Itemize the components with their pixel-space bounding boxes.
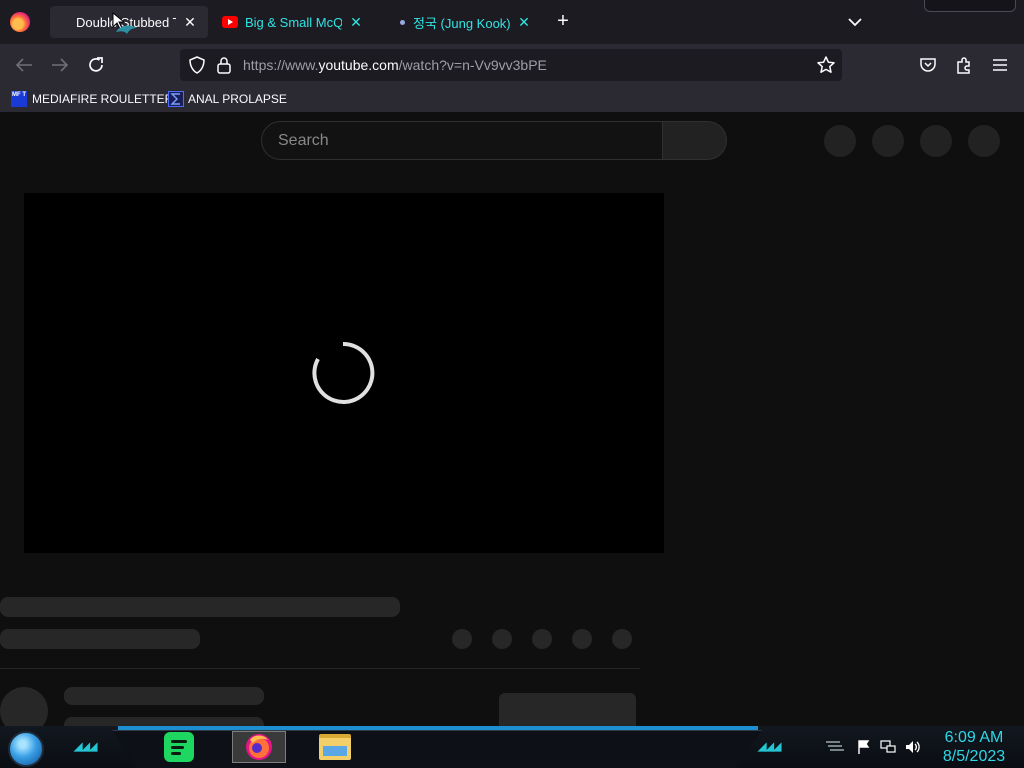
tab-title: Big & Small McQueen xyxy=(245,14,342,30)
youtube-watch-page: Search xyxy=(0,112,1024,726)
spotify-icon xyxy=(164,732,194,762)
pocket-button[interactable] xyxy=(915,52,941,78)
taskbar-app-spotify[interactable] xyxy=(162,731,196,763)
search-button[interactable] xyxy=(663,121,727,160)
header-icon-placeholder[interactable] xyxy=(920,125,952,157)
url-prefix: https://www. xyxy=(243,57,319,73)
taskbar-accent-bar xyxy=(118,726,758,730)
chevrons-decoration-icon: ◢◢◢ xyxy=(758,741,781,753)
taskbar-app-firefox[interactable] xyxy=(232,731,286,763)
action-placeholder xyxy=(452,629,472,649)
bookmarks-toolbar: MF T MEDIAFIRE ROULETTER ANAL PROLAPSE xyxy=(0,85,1024,112)
chevrons-decoration-icon: ◢◢◢ xyxy=(74,741,97,753)
navigation-toolbar: https://www.youtube.com/watch?v=n-Vv9vv3… xyxy=(0,44,1024,85)
tab-big-small-mcqueen[interactable]: Big & Small McQueen ✕ xyxy=(212,6,374,38)
flag-icon xyxy=(858,740,870,754)
tab-title: 정국 (Jung Kook) 'Se xyxy=(413,15,510,31)
search-input[interactable]: Search xyxy=(261,121,663,160)
tab-strip: Double Stubbed Trap ✕ Big & Small McQuee… xyxy=(0,0,1024,44)
hamburger-menu-icon xyxy=(993,59,1007,71)
start-button[interactable] xyxy=(8,731,44,767)
stacked-lines-icon xyxy=(826,741,844,751)
firefox-icon xyxy=(246,734,272,760)
channel-name-placeholder xyxy=(64,687,264,705)
action-center-flag-icon[interactable] xyxy=(856,739,872,755)
volume-icon[interactable] xyxy=(904,739,920,755)
chevron-down-icon xyxy=(848,18,862,27)
monitor-network-icon xyxy=(880,740,896,753)
dolphin-cursor-icon xyxy=(112,11,137,34)
lock-icon[interactable] xyxy=(216,56,232,74)
clock-date: 8/5/2023 xyxy=(942,748,1006,765)
action-placeholder xyxy=(612,629,632,649)
firefox-view-icon[interactable] xyxy=(10,12,30,32)
shield-icon[interactable] xyxy=(188,56,206,74)
close-tab-icon[interactable]: ✕ xyxy=(348,14,364,30)
taskbar: ◢◢◢ ◢◢◢ 6:09 AM 8/5/2023 xyxy=(0,726,1024,768)
close-tab-icon[interactable]: ✕ xyxy=(182,14,198,30)
action-placeholder xyxy=(532,629,552,649)
loading-spinner-icon xyxy=(312,341,375,404)
search-placeholder: Search xyxy=(278,132,329,149)
arrow-right-icon xyxy=(52,58,69,72)
bookmark-mediafire-rouletter[interactable]: MF T MEDIAFIRE ROULETTER xyxy=(11,89,173,109)
bookmark-label: MEDIAFIRE ROULETTER xyxy=(32,92,174,106)
forward-button[interactable] xyxy=(47,52,73,78)
header-icon-placeholder[interactable] xyxy=(872,125,904,157)
channel-info-placeholder xyxy=(64,717,264,726)
tab-jung-kook[interactable]: 정국 (Jung Kook) 'Se ✕ xyxy=(386,6,542,38)
close-tab-icon[interactable]: ✕ xyxy=(516,14,532,30)
url-host: youtube.com xyxy=(318,57,399,73)
clock-time: 6:09 AM xyxy=(944,729,1004,746)
mediafire-icon: MF T xyxy=(11,91,27,107)
header-icon-placeholder[interactable] xyxy=(824,125,856,157)
back-button[interactable] xyxy=(11,52,37,78)
new-tab-button[interactable]: + xyxy=(552,11,574,33)
youtube-icon xyxy=(222,16,238,28)
avatar[interactable] xyxy=(968,125,1000,157)
title-placeholder xyxy=(0,597,400,617)
arrow-left-icon xyxy=(15,58,32,72)
taskbar-panel xyxy=(112,730,762,768)
action-placeholder xyxy=(492,629,512,649)
network-icon[interactable] xyxy=(880,739,896,755)
taskbar-app-file-explorer[interactable] xyxy=(318,731,352,763)
channel-avatar-placeholder xyxy=(0,687,48,726)
reload-button[interactable] xyxy=(83,52,109,78)
app-menu-button[interactable] xyxy=(987,52,1013,78)
divider xyxy=(0,668,640,669)
desktop: Double Stubbed Trap ✕ Big & Small McQuee… xyxy=(0,0,1024,768)
action-placeholder xyxy=(572,629,592,649)
pocket-icon xyxy=(920,58,936,72)
reload-icon xyxy=(89,57,103,72)
bookmark-label: ANAL PROLAPSE xyxy=(188,92,287,106)
loading-dot-icon xyxy=(400,19,405,25)
list-all-tabs-button[interactable] xyxy=(844,11,866,33)
url-path: /watch?v=n-Vv9vv3bPE xyxy=(398,57,547,73)
sigma-icon xyxy=(168,91,184,107)
subscribe-placeholder xyxy=(499,693,636,726)
speaker-icon xyxy=(906,741,920,753)
bookmark-anal-prolapse[interactable]: ANAL PROLAPSE xyxy=(168,89,287,109)
subtitle-placeholder xyxy=(0,629,200,649)
show-hidden-icons-button[interactable] xyxy=(824,739,846,755)
puzzle-icon xyxy=(957,57,970,74)
extensions-button[interactable] xyxy=(951,52,977,78)
window-decoration xyxy=(924,0,1016,12)
bookmark-star-icon[interactable] xyxy=(816,55,836,75)
url-bar[interactable]: https://www.youtube.com/watch?v=n-Vv9vv3… xyxy=(180,49,842,81)
url-text[interactable]: https://www.youtube.com/watch?v=n-Vv9vv3… xyxy=(243,57,547,73)
video-player[interactable] xyxy=(24,193,664,553)
system-clock[interactable]: 6:09 AM 8/5/2023 xyxy=(936,728,1012,766)
file-explorer-icon xyxy=(319,734,351,760)
